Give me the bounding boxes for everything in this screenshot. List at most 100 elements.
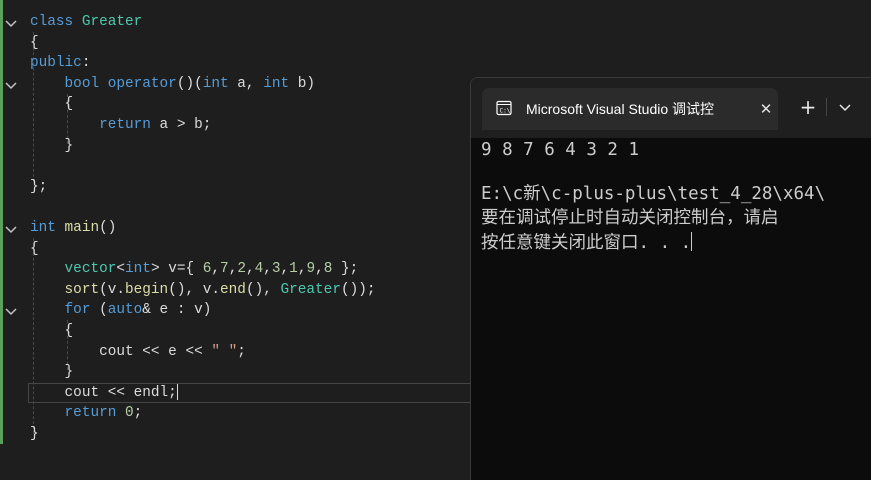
code-token: } — [30, 364, 74, 381]
svg-text:C:\: C:\ — [500, 108, 511, 115]
code-line[interactable]: { — [30, 94, 74, 114]
console-titlebar: C:\ Microsoft Visual Studio 调试控 ✕ + — [471, 78, 871, 138]
code-token: ; — [133, 405, 143, 422]
code-line[interactable]: sort(v.begin(), v.end(), Greater()); — [30, 280, 376, 300]
code-token: Greater — [81, 14, 143, 30]
code-token: int — [30, 220, 65, 236]
code-token: < — [116, 261, 126, 278]
code-token: cout << e << — [30, 343, 212, 360]
code-line[interactable]: { — [30, 321, 74, 341]
code-line[interactable]: } — [30, 362, 74, 382]
console-output-line: E:\c新\c-plus-plus\test_4_28\x64\ — [481, 184, 826, 204]
console-output-line: 要在调试停止时自动关闭控制台，请启 — [481, 208, 779, 228]
console-prompt-text: 按任意键关闭此窗口. . . — [481, 233, 692, 253]
text-cursor — [176, 384, 178, 400]
code-token: } — [30, 137, 74, 154]
code-token: return — [99, 117, 160, 133]
console-tab[interactable]: C:\ Microsoft Visual Studio 调试控 ✕ — [482, 88, 778, 130]
code-token: operator — [107, 75, 177, 92]
code-line[interactable]: vector<int> v={ 6,7,2,4,3,1,9,8 }; — [30, 259, 359, 279]
code-line[interactable]: }; — [30, 177, 47, 197]
code-token: 2 — [237, 261, 246, 278]
fold-chevron-icon[interactable] — [4, 304, 18, 318]
code-token: main — [64, 220, 100, 236]
code-token: Greater — [280, 281, 341, 298]
code-line[interactable]: public: — [30, 53, 90, 73]
code-token: > v={ — [150, 261, 203, 278]
chevron-down-icon[interactable] — [837, 99, 853, 115]
code-line[interactable]: class Greater — [30, 12, 142, 32]
code-token: 1 — [289, 261, 298, 278]
code-token: , — [211, 261, 221, 278]
code-token: , — [245, 261, 255, 278]
code-token: }; — [332, 261, 359, 278]
change-indicator-bar — [0, 0, 3, 444]
code-token: : — [81, 55, 91, 72]
titlebar-divider — [826, 98, 827, 116]
code-token: begin — [125, 281, 169, 298]
code-line[interactable]: cout << endl; — [30, 383, 178, 403]
new-tab-button[interactable]: + — [798, 97, 818, 117]
code-token: , — [315, 261, 324, 278]
code-token: 0 — [125, 405, 134, 422]
fold-chevron-icon[interactable] — [4, 222, 18, 236]
code-token: b) — [297, 75, 316, 92]
code-token: (), v. — [168, 281, 221, 298]
code-token: cout << endl; — [30, 384, 177, 401]
code-token: , — [263, 261, 272, 278]
code-token: (), — [245, 281, 281, 298]
code-line[interactable]: return a > b; — [30, 115, 211, 135]
code-line[interactable]: { — [30, 239, 39, 259]
console-tab-title: Microsoft Visual Studio 调试控 — [526, 101, 715, 117]
code-token: { — [30, 240, 39, 257]
code-token: { — [30, 34, 39, 51]
console-output-line: 9 8 7 6 4 3 2 1 — [481, 140, 640, 160]
code-token: ( — [99, 302, 108, 319]
terminal-cursor — [691, 232, 693, 251]
code-line[interactable]: bool operator()(int a, int b) — [30, 74, 316, 94]
code-token: & e : v) — [142, 302, 212, 319]
code-line[interactable]: cout << e << " "; — [30, 342, 246, 362]
code-line[interactable]: } — [30, 424, 39, 444]
code-token: ()); — [340, 281, 376, 298]
fold-chevron-icon[interactable] — [4, 16, 18, 30]
code-token: { — [30, 323, 74, 339]
code-token: 3 — [271, 261, 281, 278]
terminal-icon: C:\ — [496, 100, 512, 116]
code-token: auto — [107, 302, 143, 319]
code-token: int — [263, 75, 298, 92]
code-token: vector — [64, 261, 117, 278]
debug-console-window[interactable]: C:\ Microsoft Visual Studio 调试控 ✕ + 9 8 … — [470, 77, 871, 480]
code-token: public — [30, 55, 82, 72]
code-token: 7 — [220, 261, 229, 278]
code-line[interactable]: } — [30, 136, 74, 156]
code-line[interactable]: int main() — [30, 218, 116, 238]
code-token: , — [280, 261, 290, 278]
code-token: int — [202, 75, 238, 92]
code-token: end — [220, 281, 246, 298]
code-token: sort — [64, 281, 100, 298]
code-token: bool — [64, 75, 108, 92]
code-token: () — [99, 220, 117, 236]
code-token: 9 — [306, 261, 316, 278]
code-token: { — [30, 96, 74, 113]
code-token: for — [64, 302, 100, 319]
code-token: return — [64, 405, 125, 422]
code-token: a, — [237, 75, 264, 92]
fold-chevron-icon[interactable] — [4, 78, 18, 92]
code-line[interactable]: { — [30, 33, 39, 53]
code-token: (v. — [99, 281, 126, 298]
code-token: } — [30, 426, 39, 442]
close-tab-button[interactable]: ✕ — [756, 99, 776, 119]
code-token: ()( — [176, 75, 203, 92]
code-token: int — [125, 261, 151, 278]
code-line[interactable]: return 0; — [30, 403, 143, 423]
code-line[interactable]: for (auto& e : v) — [30, 300, 212, 320]
code-token: }; — [30, 178, 48, 195]
